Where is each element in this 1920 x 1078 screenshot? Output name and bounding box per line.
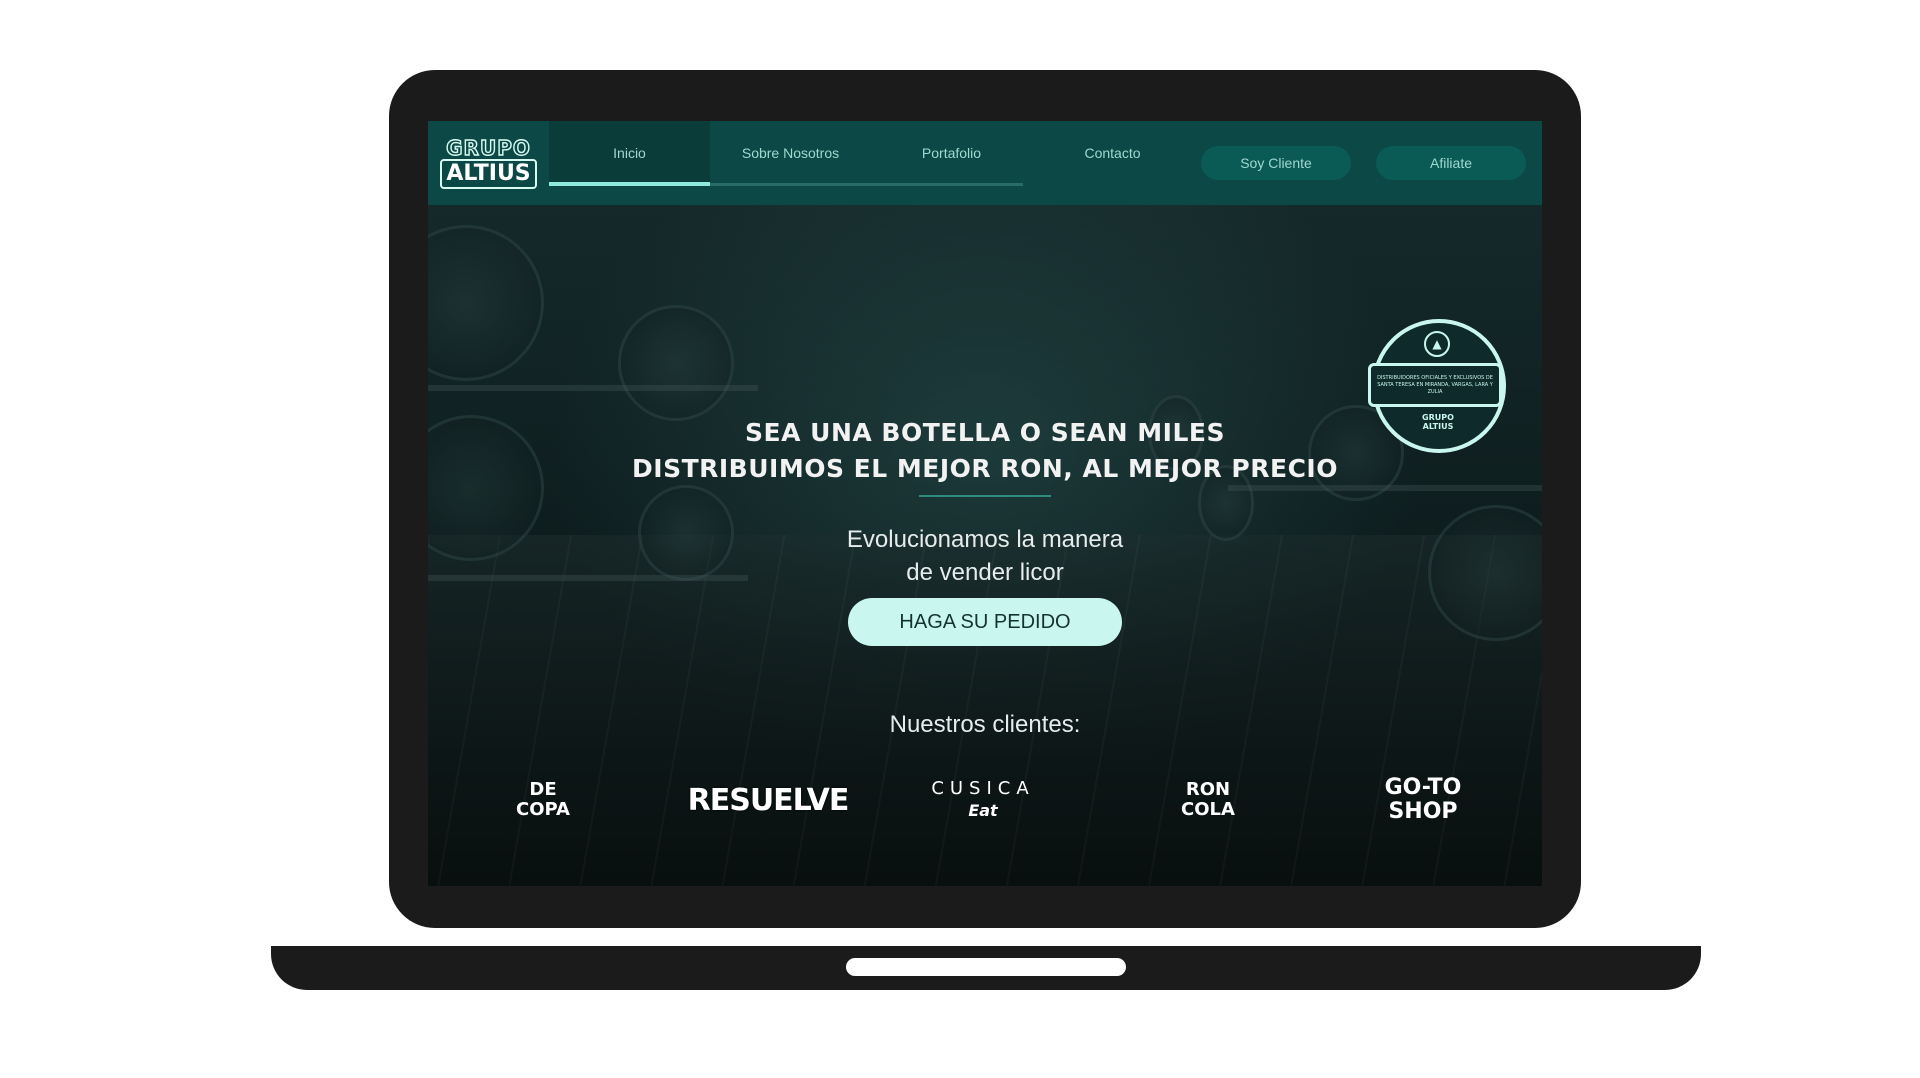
client-logo-go-to-line1: GO-TO [1384,775,1462,800]
client-logo-ron-cola-line2: COLA [1181,799,1235,820]
client-logo-go-to-shop[interactable]: GO-TO SHOP [1358,770,1488,830]
navbar: GRUPO ALTIUS Inicio Sobre Nosotros Porta… [428,121,1542,205]
logo-line1: GRUPO [445,136,531,160]
client-logo-cusica-line1: CUSICA [931,778,1035,799]
nav-link-inicio[interactable]: Inicio [549,121,710,185]
nav-link-contacto[interactable]: Contacto [1032,121,1193,185]
badge-band: DISTRIBUIDORES OFICIALES Y EXCLUSIVOS DE… [1368,363,1502,407]
client-logo-ron-cola-line1: RON [1185,779,1231,800]
clients-title: Nuestros clientes: [889,711,1081,738]
laptop-screen: GRUPO ALTIUS Inicio Sobre Nosotros Porta… [428,121,1542,886]
shelf-decoration [428,385,758,391]
grupo-altius-logo[interactable]: GRUPO ALTIUS [428,121,549,205]
logo-line2: ALTIUS [440,159,537,189]
client-logo-go-to-line2: SHOP [1388,799,1458,824]
hero-section: ▲ DISTRIBUIDORES OFICIALES Y EXCLUSIVOS … [428,205,1542,886]
client-logo-de-copa-line2: COPA [516,799,570,820]
headline-line1: SEA UNA BOTELLA O SEAN MILES [745,418,1225,447]
headline-line2: DISTRIBUIMOS EL MEJOR RON, AL MEJOR PREC… [632,454,1338,483]
client-logo-resuelve-text: RESUELVE [687,782,850,818]
haga-su-pedido-button[interactable]: HAGA SU PEDIDO [848,598,1122,646]
hero-headline: SEA UNA BOTELLA O SEAN MILES DISTRIBUIMO… [428,415,1542,487]
barrel-decoration [618,305,734,421]
afiliate-button[interactable]: Afiliate [1376,146,1526,180]
nav-link-portafolio[interactable]: Portafolio [871,121,1032,185]
headline-divider [919,495,1051,497]
nav-link-sobre-nosotros[interactable]: Sobre Nosotros [710,121,871,185]
soy-cliente-button[interactable]: Soy Cliente [1201,146,1351,180]
client-logo-ron-cola[interactable]: RON COLA [1143,770,1273,830]
bottle-icon: ▲ [1424,331,1450,357]
client-logo-cusica-eat[interactable]: CUSICA Eat [908,770,1058,830]
client-logo-de-copa[interactable]: DE COPA [488,770,598,830]
client-logo-resuelve[interactable]: RESUELVE [668,770,868,830]
subhead-line1: Evolucionamos la manera [846,526,1124,553]
hero-subhead: Evolucionamos la manera de vender licor [428,523,1542,589]
client-logo-cusica-line2: Eat [968,801,998,820]
subhead-line2: de vender licor [906,559,1064,586]
laptop-notch [846,958,1126,976]
barrel-decoration [428,225,544,381]
client-logo-de-copa-line1: DE [529,779,557,800]
